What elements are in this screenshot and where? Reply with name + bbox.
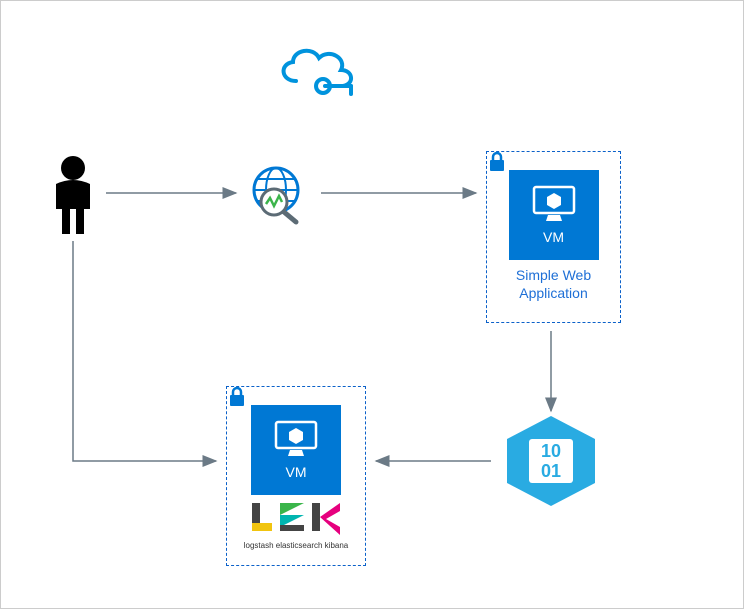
- vm-monitor-icon: [272, 420, 320, 460]
- datastore-hexagon: 10 01: [501, 413, 601, 513]
- lock-icon: [485, 150, 509, 174]
- vm-tile: VM: [251, 405, 341, 495]
- web-monitor-icon: [246, 164, 316, 231]
- datastore-bits-row2: 01: [541, 461, 561, 481]
- lek-caption: logstash elasticsearch kibana: [227, 541, 365, 550]
- lock-icon: [225, 385, 249, 409]
- cloud-icon: [271, 36, 361, 106]
- architecture-diagram: VM Simple Web Application 10 01 VM: [0, 0, 744, 609]
- lek-logo: [227, 501, 365, 539]
- arrows-layer: [1, 1, 744, 610]
- vm1-caption: Simple Web Application: [487, 266, 620, 302]
- vm-label: VM: [286, 464, 307, 480]
- vm-label: VM: [543, 229, 564, 245]
- vm-lek: VM logstash elasticsearch kibana: [226, 386, 366, 566]
- arrow-user-to-vm2: [73, 241, 216, 461]
- vm-monitor-icon: [530, 185, 578, 225]
- vm-tile: VM: [509, 170, 599, 260]
- vm-simple-web-app: VM Simple Web Application: [486, 151, 621, 323]
- datastore-bits-row1: 10: [541, 441, 561, 461]
- user-icon: [46, 154, 101, 244]
